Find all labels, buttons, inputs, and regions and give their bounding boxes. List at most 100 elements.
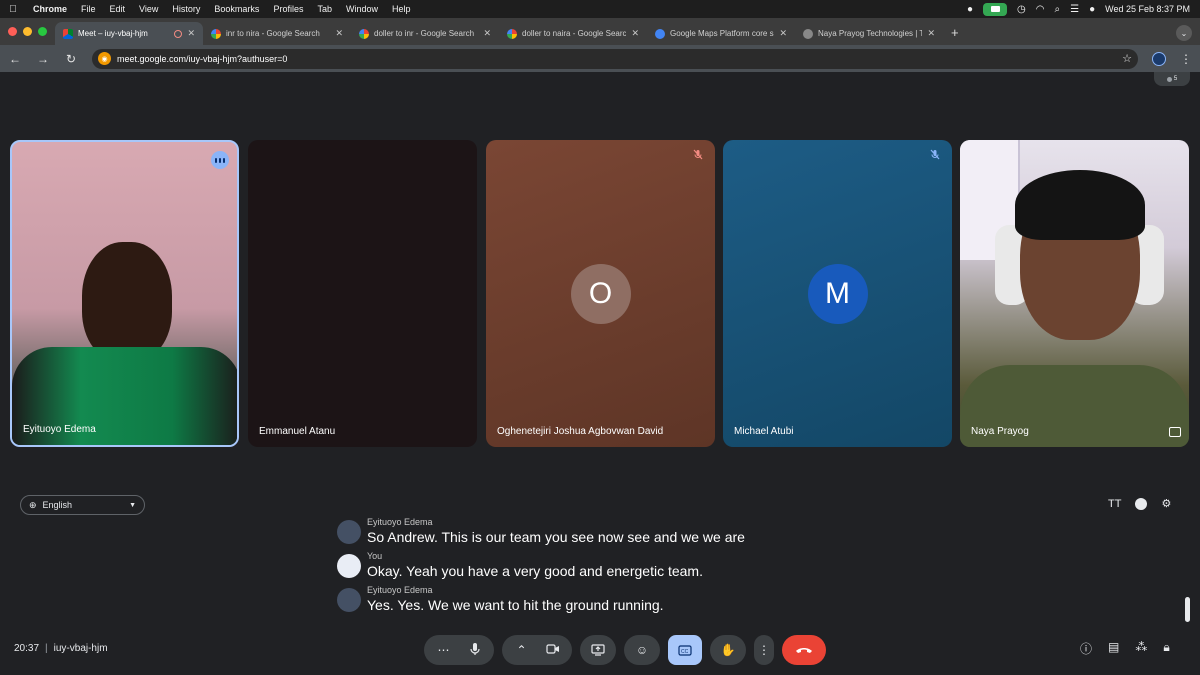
globe-icon bbox=[803, 28, 813, 39]
chevron-down-icon: ▼ bbox=[129, 501, 136, 509]
audio-options-button[interactable]: ⋯ bbox=[428, 643, 459, 657]
raise-hand-button[interactable]: ✋ bbox=[710, 635, 746, 665]
menu-file[interactable]: File bbox=[74, 4, 103, 14]
record-status-icon[interactable]: ● bbox=[967, 4, 973, 15]
tab-title: doller to inr - Google Search bbox=[374, 29, 475, 38]
new-tab-button[interactable]: + bbox=[943, 25, 967, 45]
participant-avatar: O bbox=[570, 263, 631, 324]
participant-tile-emmanuel[interactable]: Emmanuel Atanu bbox=[248, 140, 477, 447]
browser-toolbar: ← → ↻ ◉ meet.google.com/iuy-vbaj-hjm?aut… bbox=[0, 45, 1200, 72]
menu-app-name[interactable]: Chrome bbox=[26, 4, 74, 14]
tab-doller-to-naira[interactable]: doller to naira - Google Search ✕ bbox=[499, 22, 647, 45]
menu-history[interactable]: History bbox=[165, 4, 207, 14]
recording-indicator-icon bbox=[174, 29, 183, 38]
bookmark-star-icon[interactable]: ☆ bbox=[1122, 52, 1132, 65]
google-icon bbox=[211, 28, 221, 39]
minimize-window-button[interactable] bbox=[23, 27, 32, 36]
caption-font-size-icon[interactable]: TT bbox=[1108, 498, 1121, 510]
close-window-button[interactable] bbox=[8, 27, 17, 36]
call-controls: ⋯ ⌃ ☺ CC ✋ ⋮ bbox=[424, 635, 826, 665]
tab-inr-to-nira[interactable]: inr to nira - Google Search ✕ bbox=[203, 22, 351, 45]
caption-speaker: Eyituoyo Edema bbox=[367, 517, 433, 527]
participant-avatar: M bbox=[807, 263, 868, 324]
url-text[interactable]: meet.google.com/iuy-vbaj-hjm?authuser=0 bbox=[117, 54, 1116, 64]
reload-button[interactable]: ↻ bbox=[64, 52, 78, 66]
tab-google-maps-platform[interactable]: Google Maps Platform core se ✕ bbox=[647, 22, 795, 45]
tab-title: doller to naira - Google Search bbox=[522, 29, 627, 38]
menu-tab[interactable]: Tab bbox=[310, 4, 339, 14]
forward-button[interactable]: → bbox=[36, 52, 50, 66]
menu-help[interactable]: Help bbox=[385, 4, 418, 14]
tab-title: Google Maps Platform core se bbox=[670, 29, 775, 38]
caption-language-select[interactable]: ⊕ English ▼ bbox=[20, 495, 145, 515]
participant-name: Oghenetejiri Joshua Agbovwan David bbox=[497, 426, 664, 437]
activities-icon[interactable]: ⁂ bbox=[1135, 640, 1147, 657]
menu-edit[interactable]: Edit bbox=[103, 4, 133, 14]
participant-name: Michael Atubi bbox=[734, 426, 794, 437]
side-panel-tools: ⓘ ▤ ⁂ 🔒︎ bbox=[1080, 640, 1170, 657]
present-screen-button[interactable] bbox=[580, 635, 616, 665]
meeting-time: 20:37 bbox=[14, 643, 40, 654]
tab-meet[interactable]: Meet – iuy-vbaj-hjm ✕ bbox=[55, 22, 203, 45]
microphone-icon[interactable] bbox=[459, 642, 490, 659]
time-machine-icon[interactable]: ◷ bbox=[1017, 4, 1026, 15]
leave-call-button[interactable] bbox=[782, 635, 826, 665]
spotlight-search-icon[interactable]: ⌕ bbox=[1054, 4, 1060, 15]
chat-icon[interactable]: ▤ bbox=[1108, 640, 1119, 657]
camera-icon[interactable] bbox=[537, 643, 568, 657]
video-options-button[interactable]: ⌃ bbox=[506, 643, 537, 657]
user-avatar-icon[interactable]: ● bbox=[1089, 4, 1095, 15]
camera-in-use-icon[interactable] bbox=[983, 2, 1008, 16]
fullscreen-window-button[interactable] bbox=[38, 27, 47, 36]
tab-title: inr to nira - Google Search bbox=[226, 29, 320, 38]
tab-doller-to-inr[interactable]: doller to inr - Google Search ✕ bbox=[351, 22, 499, 45]
host-controls-lock-icon[interactable]: 🔒︎ bbox=[1163, 640, 1169, 657]
mic-off-icon bbox=[691, 148, 705, 162]
speaker-avatar bbox=[337, 554, 361, 578]
participant-name: Eyituoyo Edema bbox=[23, 424, 96, 435]
caption-settings-gear-icon[interactable]: ⚙ bbox=[1161, 497, 1171, 510]
site-info-icon[interactable]: ◉ bbox=[98, 52, 111, 65]
menu-profiles[interactable]: Profiles bbox=[266, 4, 310, 14]
close-tab-icon[interactable]: ✕ bbox=[631, 28, 639, 39]
menu-bar-clock[interactable]: Wed 25 Feb 8:37 PM bbox=[1105, 4, 1190, 14]
participant-name: Naya Prayog bbox=[971, 426, 1029, 437]
participant-tile-naya-prayog[interactable]: Naya Prayog bbox=[960, 140, 1189, 447]
participant-tile-eyituoyo[interactable]: Eyituoyo Edema bbox=[10, 140, 239, 447]
caption-speaker: Eyituoyo Edema bbox=[367, 585, 433, 595]
control-center-icon[interactable]: ☰ bbox=[1070, 4, 1079, 15]
meeting-info-icon[interactable]: ⓘ bbox=[1080, 640, 1092, 657]
participant-tile-oghenetejiri[interactable]: O Oghenetejiri Joshua Agbovwan David bbox=[486, 140, 715, 447]
close-tab-icon[interactable]: ✕ bbox=[187, 28, 195, 39]
chrome-menu-icon[interactable]: ⋮ bbox=[1180, 52, 1192, 66]
close-tab-icon[interactable]: ✕ bbox=[927, 28, 935, 39]
tab-naya-prayog[interactable]: Naya Prayog Technologies | T ✕ bbox=[795, 22, 943, 45]
close-tab-icon[interactable]: ✕ bbox=[483, 28, 491, 39]
back-button[interactable]: ← bbox=[8, 52, 22, 66]
profile-avatar[interactable] bbox=[1152, 51, 1166, 66]
participant-tile-michael[interactable]: M Michael Atubi bbox=[723, 140, 952, 447]
close-tab-icon[interactable]: ✕ bbox=[779, 28, 787, 39]
self-view-chip[interactable]: 5 bbox=[1154, 72, 1190, 86]
captions-scrollbar[interactable] bbox=[1185, 597, 1190, 622]
menu-window[interactable]: Window bbox=[339, 4, 385, 14]
tab-search-button[interactable]: ⌄ bbox=[1176, 25, 1192, 41]
caption-line: Eyituoyo Edema So Andrew. This is our te… bbox=[337, 517, 817, 545]
self-view-avatar bbox=[1166, 76, 1172, 82]
google-icon bbox=[359, 28, 369, 39]
apple-menu-icon[interactable]:  bbox=[0, 4, 26, 15]
tab-title: Naya Prayog Technologies | T bbox=[818, 29, 923, 38]
emoji-reaction-button[interactable]: ☺ bbox=[624, 635, 660, 665]
close-tab-icon[interactable]: ✕ bbox=[335, 28, 343, 39]
meet-stage: 5 Eyituoyo Edema Emmanuel Atanu O Oghene… bbox=[0, 72, 1200, 675]
address-bar[interactable]: ◉ meet.google.com/iuy-vbaj-hjm?authuser=… bbox=[92, 48, 1138, 69]
menu-bookmarks[interactable]: Bookmarks bbox=[207, 4, 266, 14]
menu-view[interactable]: View bbox=[132, 4, 165, 14]
picture-in-picture-icon[interactable] bbox=[1169, 427, 1181, 437]
more-options-button[interactable]: ⋮ bbox=[754, 635, 774, 665]
meeting-code: iuy-vbaj-hjm bbox=[53, 643, 108, 654]
wifi-icon[interactable]: ◠ bbox=[1036, 4, 1045, 15]
globe-icon: ⊕ bbox=[29, 499, 37, 510]
captions-toggle-button[interactable]: CC bbox=[668, 635, 702, 665]
caption-color-icon[interactable] bbox=[1135, 497, 1148, 510]
